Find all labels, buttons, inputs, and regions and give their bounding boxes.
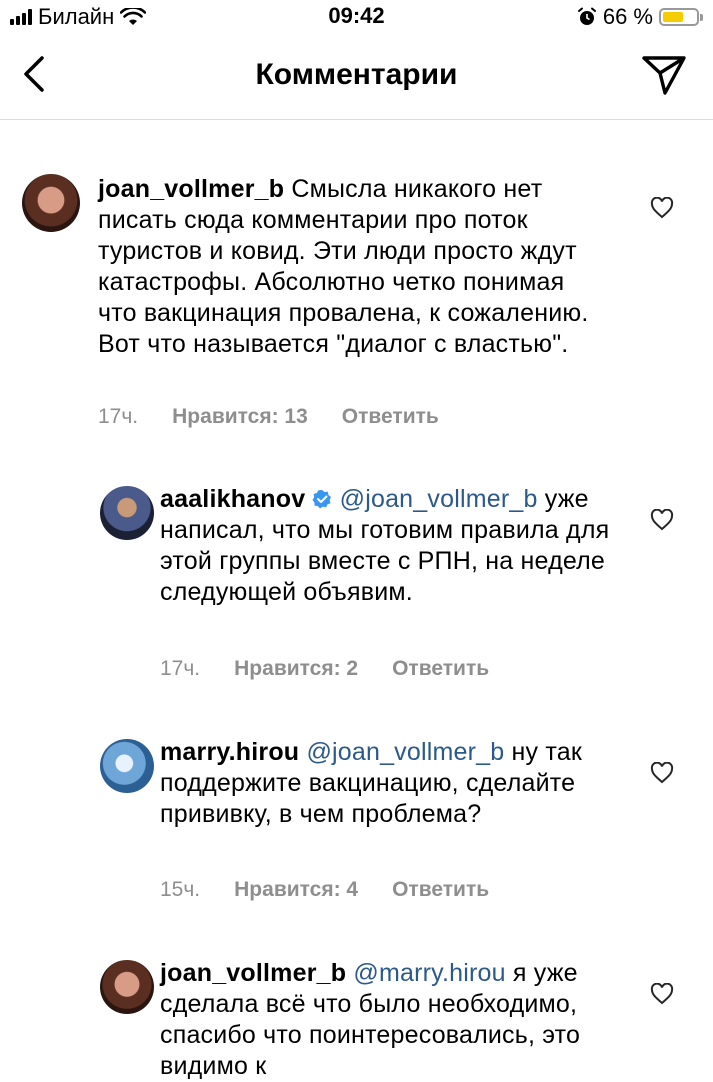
heart-icon[interactable] [650, 983, 674, 1005]
nav-bar: Комментарии [0, 34, 713, 120]
comment-meta: 17ч. Нравится: 13 Ответить [98, 405, 439, 429]
mention-link[interactable]: @marry.hirou [353, 959, 505, 987]
comment-username[interactable]: joan_vollmer_b [98, 175, 284, 203]
comment-time: 15ч. [160, 878, 201, 901]
comment-meta: 15ч. Нравится: 4 Ответить [160, 878, 489, 902]
comment-username[interactable]: aaalikhanov [160, 485, 305, 513]
battery-percent: 66 % [602, 4, 653, 29]
verified-badge-icon [312, 490, 332, 509]
reply-button[interactable]: Ответить [392, 657, 489, 681]
paper-plane-icon[interactable] [641, 54, 687, 96]
likes-count[interactable]: Нравится: 2 [234, 657, 358, 681]
reply-button[interactable]: Ответить [342, 405, 439, 429]
battery-fill [663, 12, 683, 22]
comment-meta: 17ч. Нравится: 2 Ответить [160, 657, 489, 681]
comment-text: joan_vollmer_b @marry.hirou я уже сделал… [160, 958, 620, 1082]
heart-icon[interactable] [650, 762, 674, 784]
likes-count[interactable]: Нравится: 13 [172, 405, 308, 429]
comment-time: 17ч. [160, 657, 201, 680]
status-bar: Билайн 09:42 66 % [0, 0, 713, 34]
avatar[interactable] [22, 174, 80, 232]
comment-text: joan_vollmer_b Смысла никакого нет писат… [98, 174, 608, 360]
comment-username[interactable]: marry.hirou [160, 738, 299, 766]
avatar[interactable] [100, 486, 154, 540]
battery-icon [659, 8, 703, 26]
alarm-clock-icon [577, 7, 596, 25]
comment-text: marry.hirou @joan_vollmer_b ну так подде… [160, 737, 620, 830]
avatar[interactable] [100, 739, 154, 793]
page-title: Комментарии [255, 58, 458, 91]
mention-link[interactable]: @joan_vollmer_b [306, 738, 504, 766]
comment-time: 17ч. [98, 405, 139, 428]
likes-count[interactable]: Нравится: 4 [234, 878, 358, 902]
heart-icon[interactable] [650, 197, 674, 219]
comment-username[interactable]: joan_vollmer_b [160, 959, 346, 987]
heart-icon[interactable] [650, 509, 674, 531]
comment-text: aaalikhanov @joan_vollmer_b уже написал,… [160, 484, 620, 608]
mention-link[interactable]: @joan_vollmer_b [340, 485, 538, 513]
avatar[interactable] [100, 960, 154, 1014]
status-right: 66 % [577, 4, 703, 30]
reply-button[interactable]: Ответить [392, 878, 489, 902]
